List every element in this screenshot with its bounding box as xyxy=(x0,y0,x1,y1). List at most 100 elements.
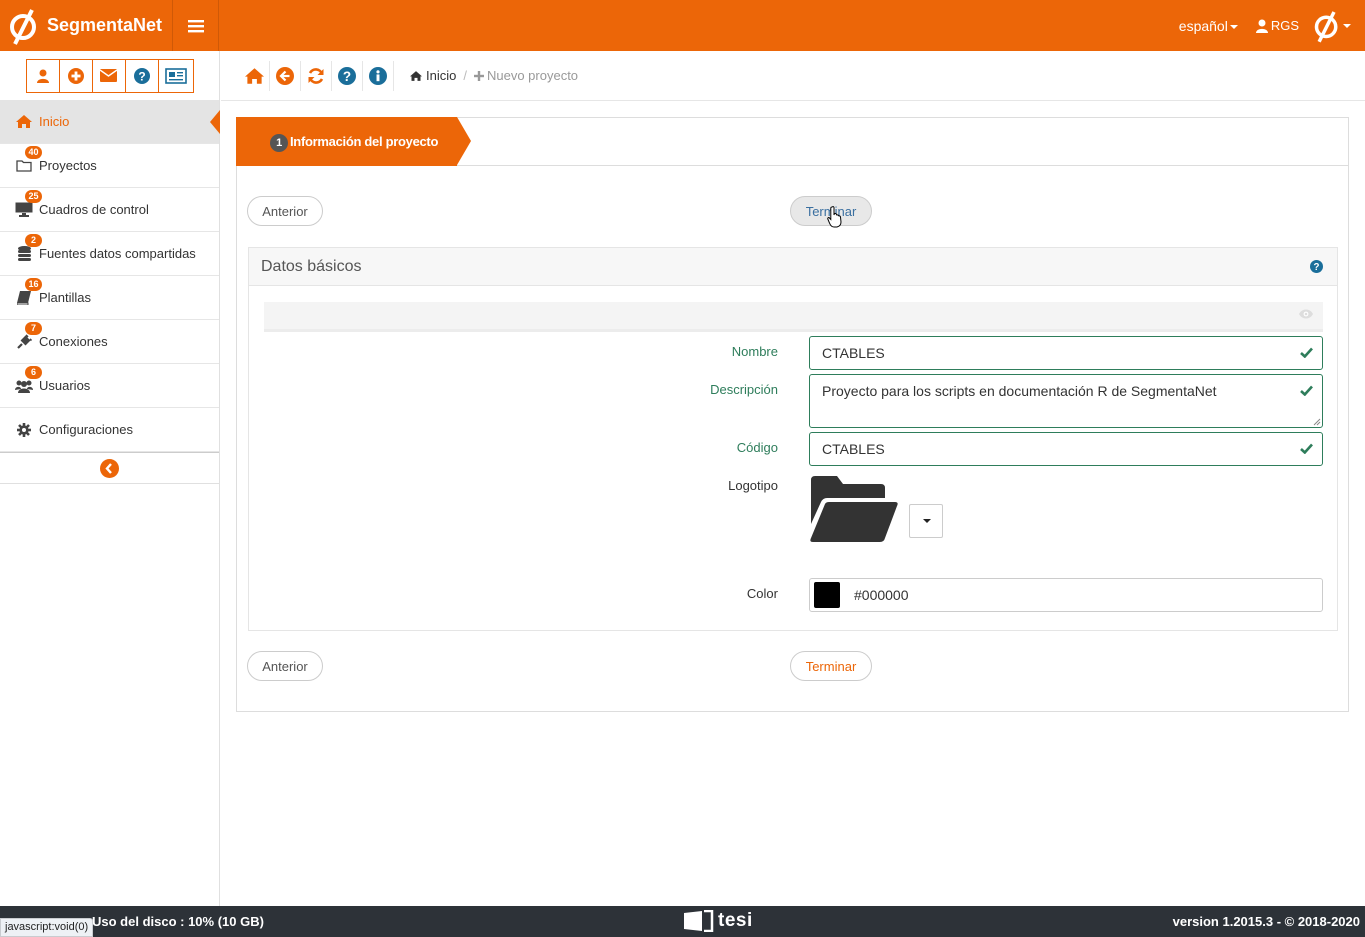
tesi-brand: tesi xyxy=(718,910,753,931)
home-icon xyxy=(244,67,264,84)
info-circle-icon xyxy=(369,66,387,85)
database-icon xyxy=(17,246,31,261)
color-picker-field[interactable]: #000000 xyxy=(809,578,1323,612)
sidebar-item-label: Cuadros de control xyxy=(39,202,149,217)
menu-toggle-button[interactable] xyxy=(172,0,219,51)
app-logo-menu[interactable] xyxy=(1313,7,1351,45)
home-icon xyxy=(16,115,32,128)
app-name: SegmentaNet xyxy=(47,15,163,35)
refresh-button[interactable] xyxy=(301,60,332,91)
newspaper-icon xyxy=(164,67,187,84)
users-icon xyxy=(15,380,33,393)
sidebar-item-usuarios[interactable]: 6 Usuarios xyxy=(0,364,219,408)
home-button[interactable] xyxy=(239,60,270,91)
check-icon xyxy=(1300,385,1313,396)
color-swatch[interactable] xyxy=(814,582,840,608)
breadcrumb-current: Nuevo proyecto xyxy=(473,68,579,83)
svg-text:?: ? xyxy=(138,69,145,83)
previous-label: Anterior xyxy=(262,658,308,674)
segmentanet-logo-icon xyxy=(1314,10,1338,43)
question-circle-icon: ? xyxy=(338,66,356,85)
wizard-step-1[interactable]: 1 Información del proyecto xyxy=(236,117,471,166)
disk-usage: Uso del disco : 10% (10 GB) xyxy=(92,914,264,929)
section-header: Datos básicos ? xyxy=(249,248,1337,286)
sidebar-item-label: Fuentes datos compartidas xyxy=(39,246,196,261)
chevron-left-circle-icon xyxy=(100,458,119,478)
name-field[interactable]: CTABLES xyxy=(809,336,1323,370)
language-dropdown[interactable]: español xyxy=(1179,18,1238,34)
count-badge: 2 xyxy=(25,234,42,247)
sidebar-item-inicio[interactable]: Inicio xyxy=(0,100,220,144)
sidebar-item-label: Configuraciones xyxy=(39,422,133,437)
news-button[interactable] xyxy=(157,58,194,93)
sidebar-item-label: Conexiones xyxy=(39,334,108,349)
name-label: Nombre xyxy=(731,344,778,359)
help-button[interactable]: ? xyxy=(124,58,159,93)
help-button[interactable]: ? xyxy=(332,60,363,91)
logo-options-dropdown[interactable] xyxy=(909,504,943,538)
count-badge: 6 xyxy=(25,366,42,379)
color-value: #000000 xyxy=(854,587,909,603)
plus-circle-icon xyxy=(67,67,84,84)
count-badge: 25 xyxy=(25,190,42,203)
sidebar-item-conexiones[interactable]: 7 Conexiones xyxy=(0,320,219,364)
profile-button[interactable] xyxy=(25,58,60,93)
step-number: 1 xyxy=(270,134,288,152)
book-icon xyxy=(17,290,31,305)
messages-button[interactable] xyxy=(91,58,126,93)
tesi-logo: tesi xyxy=(682,910,753,932)
breadcrumb-current-label: Nuevo proyecto xyxy=(486,68,579,83)
sidebar-item-label: Proyectos xyxy=(39,158,97,173)
quick-actions: ? xyxy=(0,51,219,100)
segmentanet-logo-icon xyxy=(10,8,36,45)
brand[interactable]: SegmentaNet xyxy=(0,0,171,51)
user-icon xyxy=(1255,19,1268,33)
info-button[interactable] xyxy=(363,60,394,91)
wizard-panel: 1 Información del proyecto Anterior Term… xyxy=(236,117,1349,712)
plug-icon xyxy=(17,333,32,349)
hamburger-icon xyxy=(187,19,204,32)
breadcrumb: Inicio / Nuevo proyecto xyxy=(410,68,578,83)
finish-label: Terminar xyxy=(805,658,857,674)
language-label: español xyxy=(1178,17,1228,34)
envelope-icon xyxy=(100,69,117,82)
check-icon xyxy=(1300,347,1313,358)
status-bar-url: javascript:void(0) xyxy=(0,918,94,937)
add-button[interactable] xyxy=(58,58,93,93)
caret-down-icon xyxy=(923,519,931,523)
previous-button-bottom[interactable]: Anterior xyxy=(247,651,323,681)
arrow-left-circle-icon xyxy=(276,66,294,85)
previous-button-top[interactable]: Anterior xyxy=(247,196,323,226)
sidebar-item-fuentes[interactable]: 2 Fuentes datos compartidas xyxy=(0,232,219,276)
breadcrumb-home-label: Inicio xyxy=(426,68,457,83)
previous-label: Anterior xyxy=(262,203,308,219)
page-toolbar: ? Inicio / Nuevo proyecto xyxy=(221,51,1365,101)
code-field[interactable]: CTABLES xyxy=(809,432,1323,466)
sidebar-collapse-button[interactable] xyxy=(0,452,219,484)
user-icon xyxy=(36,69,49,83)
breadcrumb-separator: / xyxy=(463,68,467,83)
section-title: Datos básicos xyxy=(261,257,362,275)
folder-open-icon[interactable] xyxy=(809,476,899,542)
user-name: RGS xyxy=(1270,18,1299,33)
count-badge: 7 xyxy=(25,322,42,335)
eye-icon[interactable] xyxy=(1299,309,1313,319)
sidebar-item-label: Usuarios xyxy=(39,378,91,393)
breadcrumb-home-link[interactable]: Inicio xyxy=(410,68,456,83)
description-value: Proyecto para los scripts en documentaci… xyxy=(822,383,1217,399)
back-button[interactable] xyxy=(270,60,301,91)
sidebar-item-cuadros[interactable]: 25 Cuadros de control xyxy=(0,188,219,232)
count-badge: 16 xyxy=(25,278,42,291)
version-info: version 1.2015.3 - © 2018-2020 xyxy=(1172,914,1360,929)
sidebar-item-proyectos[interactable]: 40 Proyectos xyxy=(0,144,219,188)
sidebar-item-configuraciones[interactable]: Configuraciones xyxy=(0,408,219,452)
svg-text:?: ? xyxy=(343,68,351,83)
finish-button-bottom[interactable]: Terminar xyxy=(790,651,872,681)
sidebar: ? Inicio 40 Proyectos 25 Cuadros de cont… xyxy=(0,51,220,906)
gear-icon xyxy=(17,422,31,437)
sidebar-item-plantillas[interactable]: 16 Plantillas xyxy=(0,276,219,320)
description-field[interactable]: Proyecto para los scripts en documentaci… xyxy=(809,374,1323,428)
resize-handle-icon[interactable] xyxy=(1313,418,1321,426)
question-circle-icon[interactable]: ? xyxy=(1310,260,1323,273)
user-menu[interactable]: RGS xyxy=(1255,18,1299,33)
